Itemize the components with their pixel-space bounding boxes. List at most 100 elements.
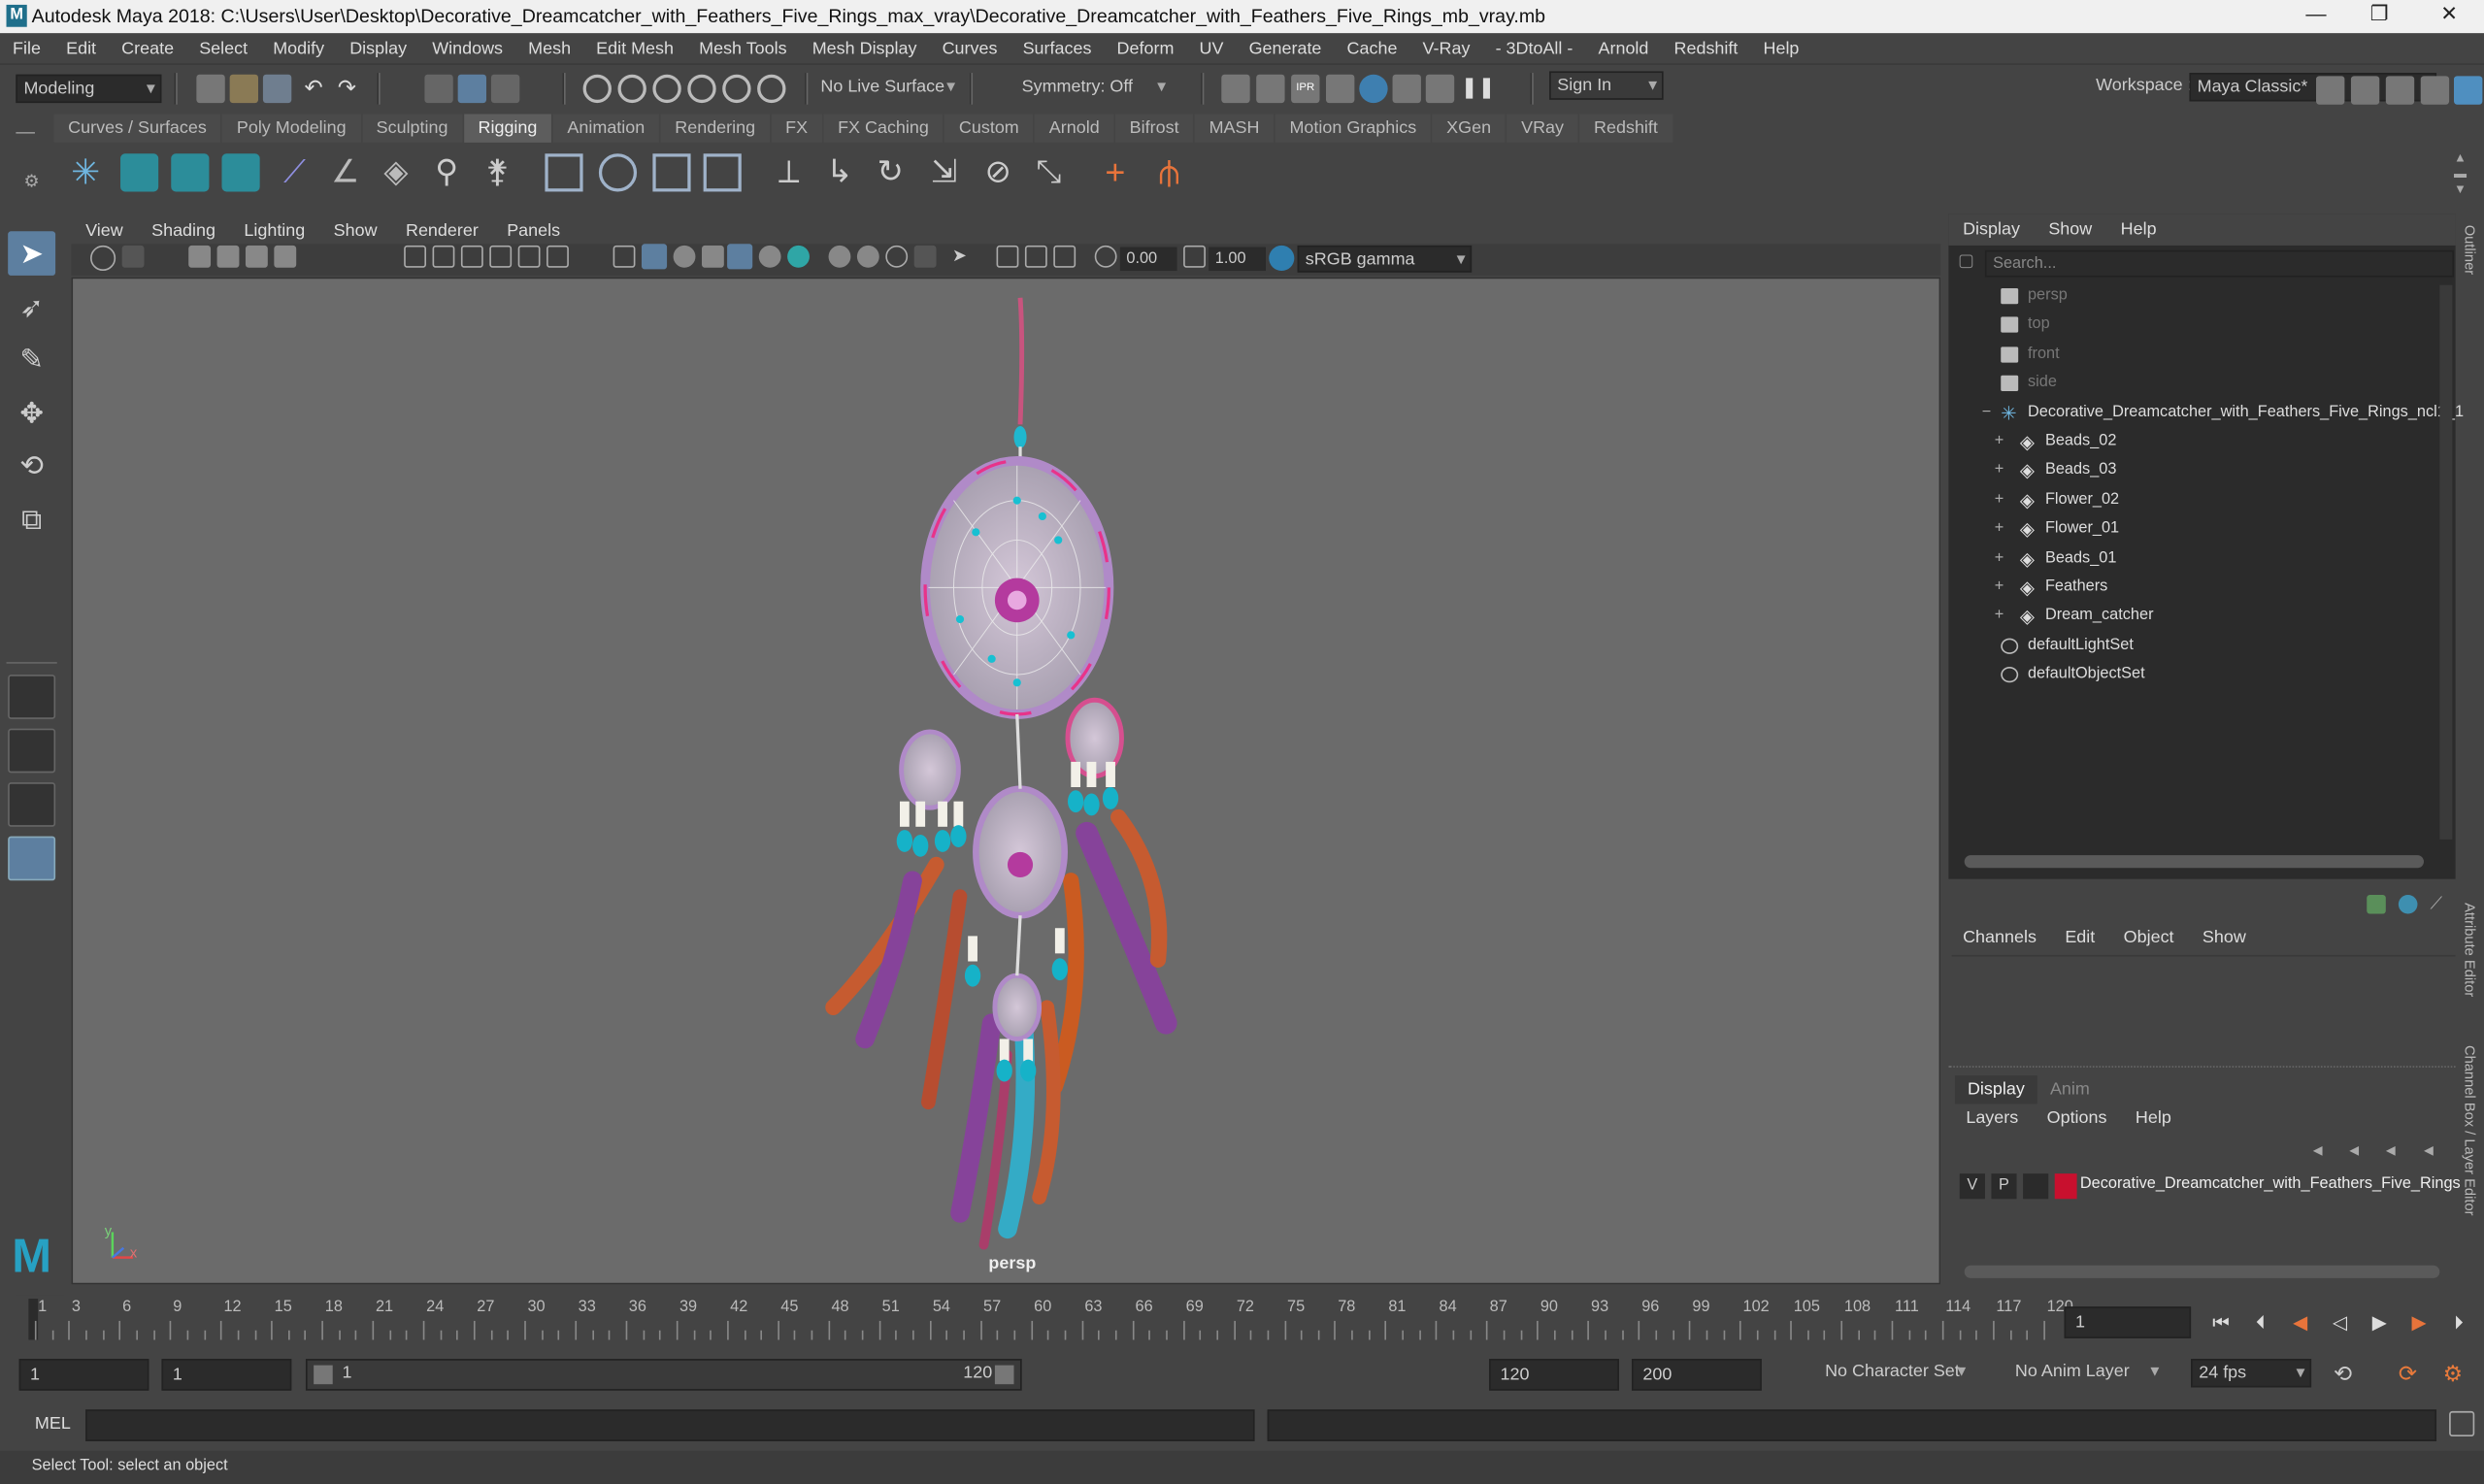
humanik-icon[interactable]: ⚵ [479,153,516,191]
minimize-button[interactable]: — [2293,2,2340,30]
viewport-menu-panels[interactable]: Panels [493,217,575,243]
locator-icon[interactable]: + [1096,152,1134,191]
select-tool-icon[interactable]: ➤ [8,231,56,276]
command-input[interactable] [85,1409,1255,1441]
viewport-menu-renderer[interactable]: Renderer [391,217,492,243]
attribute-editor-toggle-icon[interactable] [2385,76,2415,105]
menu-mesh[interactable]: Mesh [515,32,583,64]
menu-uv[interactable]: UV [1186,32,1236,64]
shelf-tab-rigging[interactable]: Rigging [463,114,552,143]
pause-icon[interactable]: ❚❚ [1461,75,1496,103]
vray-ipr-icon[interactable] [1425,74,1455,104]
shadows-icon[interactable] [787,245,810,268]
auto-key-icon[interactable]: ⟳ [2399,1361,2417,1388]
render-settings-icon[interactable] [1326,74,1355,104]
fps-dropdown[interactable]: 24 fps [2191,1359,2312,1388]
outliner-item[interactable]: top [1950,311,2434,339]
lasso-tool-icon[interactable]: ➶ [8,285,55,330]
bookmarks-icon[interactable] [188,245,212,268]
anti-aliasing-icon[interactable] [885,245,909,268]
menu-select[interactable]: Select [186,32,260,64]
move-tool-icon[interactable]: ✥ [8,391,55,436]
gamma-icon[interactable] [1183,245,1206,268]
shelf-tab-bifrost[interactable]: Bifrost [1114,114,1194,143]
snap-curve-icon[interactable] [617,74,646,104]
expand-toggle-icon[interactable]: + [1995,486,2004,514]
undo-icon[interactable]: ↶ [299,75,327,103]
motion-blur-icon[interactable] [856,245,879,268]
rotate-tool-icon[interactable]: ⟲ [8,444,55,488]
single-perspective-layout-icon[interactable] [8,675,56,719]
shelf-settings-icon[interactable]: ⚙ [23,171,39,192]
script-language-label[interactable]: MEL [35,1414,71,1434]
close-button[interactable]: ✕ [2426,2,2473,30]
menu-redshift[interactable]: Redshift [1661,32,1750,64]
play-forward-icon[interactable]: ▶ [2366,1308,2394,1336]
viewport-menu-show[interactable]: Show [319,217,391,243]
expand-toggle-icon[interactable]: + [1995,574,2004,602]
2d-pan-zoom-icon[interactable] [245,245,268,268]
viewport-menu-view[interactable]: View [71,217,137,243]
playback-start-field[interactable]: 1 [161,1359,292,1391]
menu-generate[interactable]: Generate [1237,32,1335,64]
layer-playback-toggle[interactable]: P [1991,1173,2017,1200]
outliner-item[interactable]: + ◈ Beads_03 [1950,457,2434,485]
menu-3dtoall[interactable]: - 3DtoAll - [1483,32,1586,64]
hypershade-icon[interactable] [1359,74,1388,104]
live-surface-field[interactable]: No Live Surface [814,75,960,103]
sculpt-deformer-icon[interactable] [598,153,638,192]
outliner-item[interactable]: + ◈ Dream_catcher [1950,603,2434,631]
menu-create[interactable]: Create [109,32,186,64]
shelf-tab-animation[interactable]: Animation [552,114,659,143]
xray-components-icon[interactable] [1053,245,1076,268]
outliner-side-tab[interactable]: Outliner [2462,225,2477,275]
grease-pencil-icon[interactable] [274,245,297,268]
sign-in-button[interactable]: Sign In [1549,71,1664,100]
shelf-scroll-icon[interactable]: ▲ ▬ ▼ [2454,150,2467,198]
ik-spline-icon[interactable]: ∠ [326,153,364,191]
expand-toggle-icon[interactable]: + [1995,515,2004,544]
shelf-tab-curves-surfaces[interactable]: Curves / Surfaces [53,114,221,143]
menu-v-ray[interactable]: V-Ray [1409,32,1482,64]
move-layer-down-icon[interactable]: ◂ [2349,1138,2371,1161]
select-hierarchy-icon[interactable] [424,74,453,104]
new-layer-selected-icon[interactable]: ◂ [2424,1138,2446,1161]
film-gate-icon[interactable] [432,245,455,268]
channel-box-toggle-icon[interactable] [2453,76,2483,105]
vray-render-icon[interactable] [1392,74,1421,104]
outliner-horizontal-scrollbar[interactable] [1964,855,2424,869]
step-forward-key-icon[interactable]: ⏵ [2444,1308,2472,1336]
orient-constraint-icon[interactable]: ↻ [872,153,910,191]
outliner-item[interactable]: persp [1950,281,2434,310]
playback-end-field[interactable]: 120 [1489,1359,1619,1391]
open-scene-icon[interactable] [229,74,259,104]
lights-icon[interactable] [758,245,781,268]
outliner-filter-icon[interactable]: ▢ [1958,250,1980,276]
shelf-tab-vray[interactable]: VRay [1507,114,1578,143]
layer-display-type-toggle[interactable] [2023,1173,2049,1200]
outliner-vertical-scrollbar[interactable] [2439,284,2453,840]
channel-box-link-icon[interactable]: ⟋ [2431,895,2450,914]
menu-modify[interactable]: Modify [260,32,337,64]
layer-menu-options[interactable]: Options [2033,1104,2121,1132]
menu-display[interactable]: Display [337,32,419,64]
shelf-tab-motion-graphics[interactable]: Motion Graphics [1275,114,1431,143]
symmetry-dropdown[interactable]: Symmetry: Off [1015,75,1171,103]
shelf-menu-icon[interactable]: — [16,120,35,143]
menu-file[interactable]: File [0,32,53,64]
range-slider[interactable]: 1 120 [305,1359,1022,1391]
redo-icon[interactable]: ↷ [333,75,361,103]
outliner-item[interactable]: side [1950,370,2434,398]
snap-grid-icon[interactable] [582,74,612,104]
outliner-menu-show[interactable]: Show [2035,214,2106,246]
textured-icon[interactable] [727,244,753,270]
exposure-field[interactable]: 0.00 [1119,247,1177,272]
smooth-shade-icon[interactable] [641,244,668,270]
channel-box-menu-edit[interactable]: Edit [2051,923,2109,951]
menu-help[interactable]: Help [1750,32,1811,64]
snap-pivot-icon[interactable] [757,74,786,104]
outliner-menu-display[interactable]: Display [1948,214,2034,246]
shelf-tab-mash[interactable]: MASH [1194,114,1275,143]
outliner-item[interactable]: + ◈ Feathers [1950,574,2434,602]
ik-handle-icon[interactable]: ⟋ [276,153,314,191]
